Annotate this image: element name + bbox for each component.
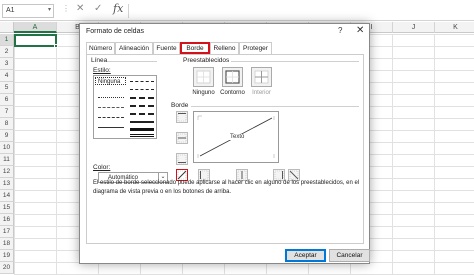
preset-inside-icon bbox=[254, 70, 269, 84]
cancel-formula-icon[interactable]: ✕ bbox=[76, 3, 84, 14]
separator-icon: ⋮ bbox=[62, 4, 70, 13]
row-header-17[interactable]: 17 bbox=[0, 226, 14, 238]
tab-fuente[interactable]: Fuente bbox=[153, 42, 180, 54]
formula-input[interactable] bbox=[128, 4, 474, 18]
row-header-10[interactable]: 10 bbox=[0, 142, 14, 154]
name-box[interactable]: A1 ▾ bbox=[2, 4, 54, 18]
estilo-label: Estilo: bbox=[93, 67, 111, 74]
accept-button[interactable]: Aceptar bbox=[285, 249, 326, 262]
close-icon[interactable]: ✕ bbox=[356, 25, 364, 36]
line-style-dotted[interactable] bbox=[98, 97, 124, 98]
line-style-double[interactable] bbox=[130, 134, 154, 137]
formula-bar: A1 ▾ ⋮ ✕ ✓ fx bbox=[0, 0, 474, 21]
border-top-icon bbox=[177, 112, 187, 122]
preset-outline-icon bbox=[225, 70, 240, 84]
chevron-down-icon[interactable]: ▾ bbox=[48, 6, 51, 13]
row-header-1[interactable]: 1 bbox=[0, 34, 14, 46]
border-top-button[interactable] bbox=[176, 111, 188, 123]
row-header-6[interactable]: 6 bbox=[0, 94, 14, 106]
selected-cell[interactable] bbox=[14, 34, 58, 48]
row-header-7[interactable]: 7 bbox=[0, 106, 14, 118]
row-header-11[interactable]: 11 bbox=[0, 154, 14, 166]
presets-divider bbox=[231, 61, 359, 62]
border-bottom-icon bbox=[177, 154, 187, 164]
tab-borde[interactable]: Borde bbox=[180, 42, 210, 54]
tab-relleno[interactable]: Relleno bbox=[210, 42, 239, 54]
tab-alineacion[interactable]: Alineación bbox=[115, 42, 153, 54]
row-header-9[interactable]: 9 bbox=[0, 130, 14, 142]
line-style-dashdotdot[interactable] bbox=[130, 81, 154, 82]
row-header-19[interactable]: 19 bbox=[0, 250, 14, 262]
border-preview[interactable]: Texto bbox=[193, 111, 279, 163]
line-style-medium-dashed[interactable] bbox=[130, 113, 154, 115]
preset-none-label: Ninguno bbox=[192, 90, 215, 96]
preset-inside-button[interactable] bbox=[251, 67, 272, 87]
row-header-8[interactable]: 8 bbox=[0, 118, 14, 130]
row-header-12[interactable]: 12 bbox=[0, 166, 14, 178]
cancel-button[interactable]: Cancelar bbox=[329, 249, 370, 262]
tab-numero[interactable]: Número bbox=[86, 42, 115, 54]
row-header-18[interactable]: 18 bbox=[0, 238, 14, 250]
line-style-dashdot-fine[interactable] bbox=[98, 117, 124, 118]
line-style-none[interactable]: Ninguna bbox=[95, 77, 126, 85]
preset-none-button[interactable] bbox=[193, 67, 214, 87]
row-header-14[interactable]: 14 bbox=[0, 190, 14, 202]
row-header-5[interactable]: 5 bbox=[0, 82, 14, 94]
border-bottom-button[interactable] bbox=[176, 153, 188, 165]
column-header-j[interactable]: J bbox=[393, 22, 435, 33]
row-header-2[interactable]: 2 bbox=[0, 46, 14, 58]
color-label: Color: bbox=[93, 164, 111, 171]
row-header-4[interactable]: 4 bbox=[0, 70, 14, 82]
line-style-thin[interactable] bbox=[98, 127, 124, 128]
row-header-13[interactable]: 13 bbox=[0, 178, 14, 190]
row-header-20[interactable]: 20 bbox=[0, 262, 14, 274]
borde-panel: Línea Estilo: Ninguna Color: Automático … bbox=[86, 54, 364, 244]
row-header-16[interactable]: 16 bbox=[0, 214, 14, 226]
line-style-dashed-fine[interactable] bbox=[98, 107, 124, 108]
fill-handle[interactable] bbox=[54, 44, 58, 48]
presets-section-label: Preestablecidos bbox=[183, 57, 230, 64]
line-style-medium-dashdot[interactable] bbox=[130, 105, 154, 107]
preset-inside-label: Interior bbox=[252, 90, 271, 96]
preset-none-icon bbox=[196, 70, 211, 84]
border-middle-horizontal-button[interactable] bbox=[176, 132, 188, 144]
tab-proteger[interactable]: Proteger bbox=[239, 42, 272, 54]
line-style-dashdot[interactable] bbox=[130, 89, 154, 90]
border-description: El estilo de borde seleccionado puede ap… bbox=[93, 180, 360, 195]
row-header-3[interactable]: 3 bbox=[0, 58, 14, 70]
line-style-medium-dashdotdot[interactable] bbox=[130, 97, 154, 99]
select-all-corner[interactable] bbox=[0, 22, 14, 33]
dialog-title: Formato de celdas bbox=[86, 28, 144, 35]
format-cells-dialog: Formato de celdas ? ✕ Número Alineación … bbox=[79, 23, 370, 264]
borde-divider bbox=[191, 106, 359, 107]
preset-outline-label: Contorno bbox=[220, 90, 245, 96]
help-icon[interactable]: ? bbox=[338, 26, 342, 35]
line-style-list[interactable]: Ninguna bbox=[93, 75, 157, 139]
column-header-a[interactable]: A bbox=[14, 22, 57, 33]
linea-divider bbox=[107, 61, 157, 62]
preset-outline-button[interactable] bbox=[222, 67, 243, 87]
line-style-medium[interactable] bbox=[130, 121, 154, 123]
enter-formula-icon[interactable]: ✓ bbox=[94, 3, 102, 14]
linea-section-label: Línea bbox=[91, 57, 108, 64]
row-header-15[interactable]: 15 bbox=[0, 202, 14, 214]
insert-function-icon[interactable]: fx bbox=[113, 2, 123, 15]
preview-text: Texto bbox=[229, 134, 246, 140]
borde-section-label: Borde bbox=[171, 102, 189, 109]
name-box-value: A1 bbox=[6, 7, 15, 14]
column-header-k[interactable]: K bbox=[435, 22, 474, 33]
border-middle-horizontal-icon bbox=[177, 133, 187, 143]
line-style-thick[interactable] bbox=[130, 128, 154, 131]
